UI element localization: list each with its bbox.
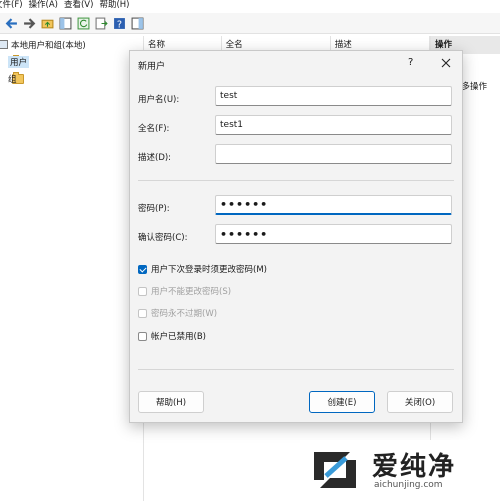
fullname-field[interactable] bbox=[215, 115, 452, 135]
computer-icon bbox=[0, 40, 8, 49]
description-label: 描述(D): bbox=[138, 153, 172, 163]
confirm-password-label: 确认密码(C): bbox=[138, 233, 188, 243]
watermark: 爱纯净 aichunjing.com bbox=[300, 440, 500, 501]
account-disabled-checkbox[interactable]: 帐户已禁用(B) bbox=[138, 330, 206, 342]
watermark-brand: 爱纯净 bbox=[372, 452, 457, 482]
checkbox-unchecked[interactable] bbox=[138, 331, 147, 341]
tree-pane: 本地用户和组(本地) 用户 组 bbox=[0, 36, 142, 501]
help-icon[interactable]: ? bbox=[112, 16, 126, 30]
dialog-title: 新用户 bbox=[138, 62, 166, 72]
tree-root[interactable]: 本地用户和组(本地) bbox=[0, 36, 142, 53]
confirm-password-field[interactable] bbox=[215, 224, 452, 244]
cannot-change-password-checkbox: 用户不能更改密码(S) bbox=[138, 285, 231, 297]
checkbox-label: 用户不能更改密码(S) bbox=[151, 287, 232, 297]
password-field[interactable] bbox=[215, 195, 452, 215]
create-button[interactable]: 创建(E) bbox=[309, 391, 375, 413]
fullname-label: 全名(F): bbox=[138, 124, 170, 134]
description-field[interactable] bbox=[215, 144, 452, 164]
new-user-dialog: 新用户 ? 用户名(U): 全名(F): 描述(D): 密码(P): 确认密码(… bbox=[129, 50, 463, 423]
close-icon[interactable] bbox=[436, 54, 456, 72]
menu-view[interactable]: 查看(V) bbox=[64, 0, 99, 12]
password-label: 密码(P): bbox=[138, 204, 170, 214]
divider bbox=[138, 369, 454, 370]
forward-arrow-icon[interactable] bbox=[22, 16, 36, 30]
refresh-icon[interactable] bbox=[76, 16, 90, 30]
checkbox-label: 帐户已禁用(B) bbox=[151, 332, 206, 342]
username-label: 用户名(U): bbox=[138, 95, 180, 105]
menu-file[interactable]: 文件(F) bbox=[0, 0, 29, 12]
show-action-pane-icon[interactable] bbox=[130, 16, 144, 30]
tree-item-label: 用户 bbox=[8, 55, 30, 68]
close-button[interactable]: 关闭(O) bbox=[387, 391, 453, 413]
watermark-url: aichunjing.com bbox=[374, 480, 443, 490]
help-button[interactable]: 帮助(H) bbox=[138, 391, 204, 413]
menu-action[interactable]: 操作(A) bbox=[29, 0, 64, 12]
menu-help[interactable]: 帮助(H) bbox=[99, 0, 135, 12]
dialog-help-button[interactable]: ? bbox=[408, 57, 413, 68]
checkbox-checked[interactable] bbox=[138, 264, 147, 274]
checkbox-unchecked bbox=[138, 286, 147, 296]
tree-root-label: 本地用户和组(本地) bbox=[11, 40, 86, 51]
checkbox-label: 用户下次登录时须更改密码(M) bbox=[151, 265, 267, 275]
menu-bar: 文件(F) 操作(A) 查看(V) 帮助(H) bbox=[0, 0, 500, 12]
password-never-expires-checkbox: 密码永不过期(W) bbox=[138, 307, 217, 319]
up-folder-icon[interactable] bbox=[40, 16, 54, 30]
username-field[interactable] bbox=[215, 86, 452, 106]
export-list-icon[interactable] bbox=[94, 16, 108, 30]
divider bbox=[138, 180, 454, 181]
checkbox-unchecked bbox=[138, 308, 147, 318]
tree-item-label: 组 bbox=[8, 74, 17, 85]
show-hide-tree-icon[interactable] bbox=[58, 16, 72, 30]
brand-logo-icon bbox=[314, 452, 356, 488]
tree-item-groups[interactable]: 组 bbox=[0, 70, 142, 87]
back-arrow-icon[interactable] bbox=[4, 16, 18, 30]
tree-item-users[interactable]: 用户 bbox=[0, 53, 142, 70]
svg-text:?: ? bbox=[116, 19, 121, 30]
checkbox-label: 密码永不过期(W) bbox=[151, 309, 218, 319]
must-change-password-checkbox[interactable]: 用户下次登录时须更改密码(M) bbox=[138, 263, 267, 275]
toolbar: ? bbox=[0, 13, 500, 34]
